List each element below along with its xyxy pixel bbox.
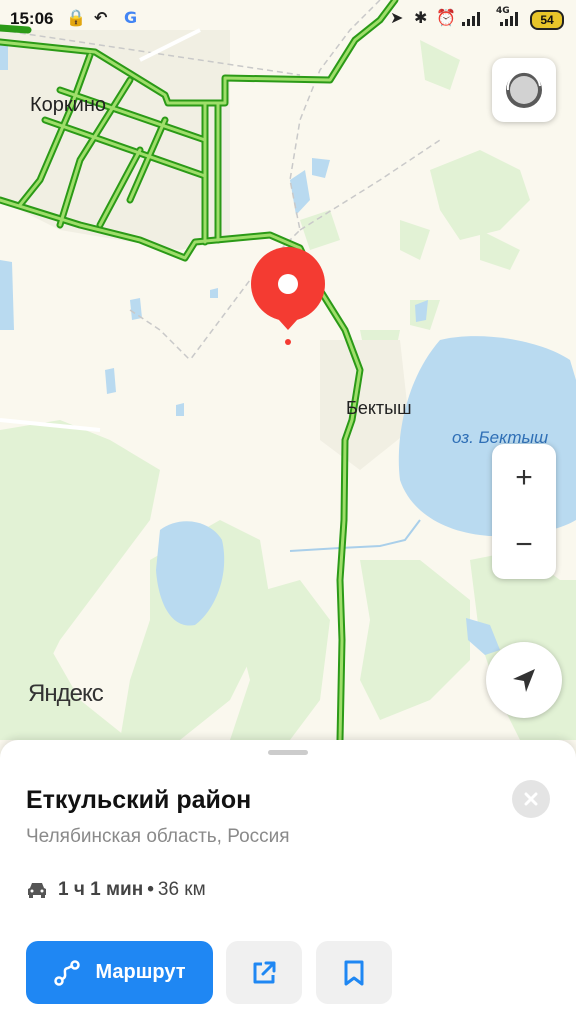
status-bar: 15:06 🔒 ↶ G ➤ ✱ ⏰ 4G 54 <box>0 0 576 38</box>
signal-1-icon <box>462 12 480 26</box>
route-summary: 1 ч 1 мин • 36 км <box>26 878 206 902</box>
share-icon <box>253 961 276 983</box>
signal-2-icon <box>500 12 518 26</box>
lock-icon: 🔒 <box>66 8 86 27</box>
bookmark-button[interactable] <box>316 941 392 1004</box>
share-button[interactable] <box>226 941 302 1004</box>
zoom-in-button[interactable]: + <box>492 445 556 512</box>
map-label-village: Бектыш <box>346 398 412 418</box>
map-label-town: Коркино <box>30 94 106 116</box>
zoom-out-button[interactable]: − <box>492 512 556 579</box>
sheet-grabber[interactable] <box>268 750 308 755</box>
missed-call-icon: ↶ <box>94 8 108 27</box>
bookmark-icon <box>344 960 364 985</box>
route-button[interactable]: Маршрут <box>26 941 213 1004</box>
car-icon <box>28 883 46 898</box>
bluetooth-icon: ✱ <box>414 8 428 27</box>
travel-time: 1 ч 1 мин <box>58 879 144 900</box>
status-time: 15:06 <box>10 9 54 28</box>
my-location-button[interactable] <box>486 642 562 718</box>
yandex-watermark: Яндекс <box>28 680 104 707</box>
place-title: Еткульский район <box>26 786 252 814</box>
google-icon: G <box>124 8 138 27</box>
navigation-arrow-icon: ➤ <box>390 8 404 27</box>
place-card: Еткульский район Челябинская область, Ро… <box>0 740 576 1024</box>
close-icon <box>524 792 538 806</box>
layers-icon <box>506 70 542 108</box>
navigation-arrow-icon <box>513 669 535 692</box>
route-button-label: Маршрут <box>95 961 186 983</box>
close-button[interactable] <box>512 780 550 818</box>
zoom-controls: + − <box>492 444 556 579</box>
route-icon <box>54 959 81 986</box>
battery-icon: 54 <box>530 10 564 30</box>
alarm-icon: ⏰ <box>436 8 456 27</box>
layers-button[interactable] <box>492 58 556 122</box>
distance: 36 км <box>157 879 206 900</box>
route-separator: • <box>147 879 154 900</box>
place-subtitle: Челябинская область, Россия <box>26 826 290 847</box>
